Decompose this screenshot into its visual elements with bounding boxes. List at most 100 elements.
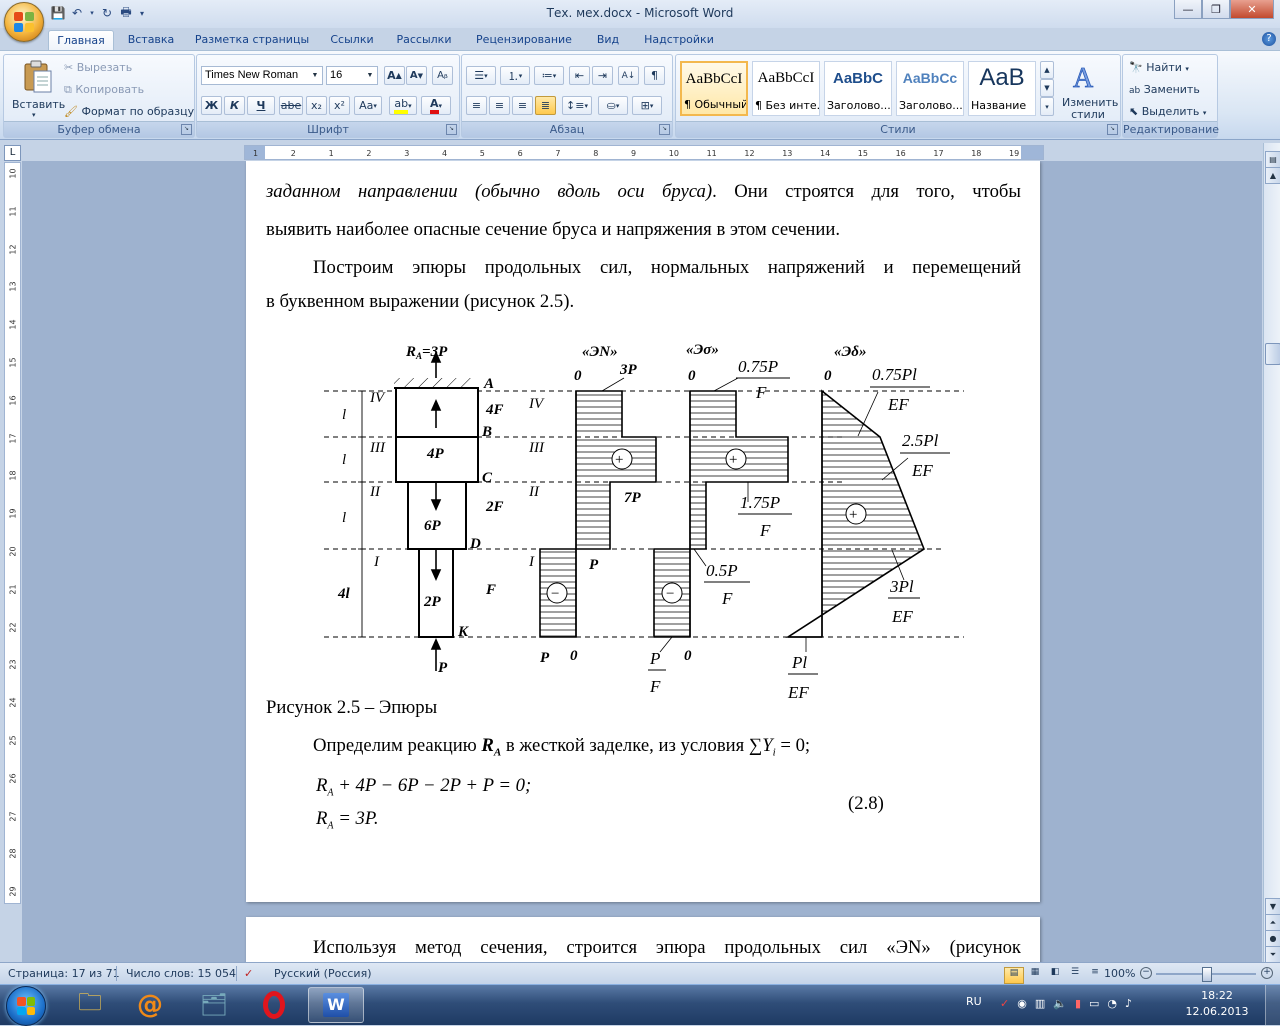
clipboard-launcher-icon[interactable]: ↘ <box>181 124 192 135</box>
change-styles-button[interactable]: A Изменить стили <box>1058 59 1118 121</box>
word-counter[interactable]: Число слов: 15 054 <box>126 967 236 980</box>
sound-icon[interactable]: ♪ <box>1125 997 1132 1010</box>
line-spacing-button[interactable]: ↕≡ ▾ <box>562 96 592 115</box>
scroll-down-button[interactable]: ▼ <box>1265 898 1280 915</box>
browse-object-button[interactable]: ● <box>1265 930 1280 947</box>
style-normal[interactable]: AaBbCcI ¶ Обычный <box>680 61 748 116</box>
tab-mailings[interactable]: Рассылки <box>390 30 458 50</box>
taskbar-mail[interactable]: @ <box>122 987 178 1023</box>
find-button[interactable]: 🔭 Найти ▾ <box>1129 61 1189 74</box>
highlight-button[interactable]: ab ▾ <box>389 96 417 115</box>
tab-addins[interactable]: Надстройки <box>634 30 724 50</box>
clock-date[interactable]: 12.06.2013 <box>1182 1005 1252 1018</box>
document-area[interactable]: заданном направлении (обычно вдоль оси б… <box>22 161 1262 962</box>
align-right-button[interactable]: ≡ <box>512 96 533 115</box>
flag-icon[interactable]: ▮ <box>1075 997 1081 1010</box>
tab-review[interactable]: Рецензирование <box>466 30 582 50</box>
grow-font-button[interactable]: A ▲ <box>384 66 405 85</box>
numbering-button[interactable]: ⒈ ▾ <box>500 66 530 85</box>
underline-button[interactable]: Ч <box>247 96 275 115</box>
minimize-button[interactable]: — <box>1174 0 1202 19</box>
multilevel-button[interactable]: ≔ ▾ <box>534 66 564 85</box>
vertical-scrollbar[interactable]: ▤ ▲ ▼ ⏶ ● ⏷ <box>1263 143 1280 963</box>
scroll-up-button[interactable]: ▲ <box>1265 167 1280 184</box>
zoom-in-icon[interactable]: + <box>1261 967 1273 979</box>
bullets-button[interactable]: ☰ ▾ <box>466 66 496 85</box>
align-center-button[interactable]: ≡ <box>489 96 510 115</box>
strikethrough-button[interactable]: abe <box>279 96 303 115</box>
wifi-icon[interactable]: ◔ <box>1107 997 1117 1010</box>
bold-button[interactable]: Ж <box>201 96 222 115</box>
battery-icon[interactable]: ▭ <box>1089 997 1099 1010</box>
decrease-indent-button[interactable]: ⇤ <box>569 66 590 85</box>
style-heading-1[interactable]: AaBbC Заголово... <box>824 61 892 116</box>
styles-launcher-icon[interactable]: ↘ <box>1107 124 1118 135</box>
font-launcher-icon[interactable]: ↘ <box>446 124 457 135</box>
justify-button[interactable]: ≣ <box>535 96 556 115</box>
ruler-toggle-icon[interactable]: ▤ <box>1265 151 1280 168</box>
clock-time[interactable]: 18:22 <box>1182 989 1252 1002</box>
tab-view[interactable]: Вид <box>590 30 626 50</box>
taskbar-explorer[interactable]: 🗀 <box>62 987 118 1023</box>
maximize-button[interactable]: ❐ <box>1202 0 1230 19</box>
italic-button[interactable]: К <box>224 96 245 115</box>
tab-insert[interactable]: Вставка <box>120 30 182 50</box>
outline-view-icon[interactable]: ☰ <box>1066 967 1084 982</box>
web-layout-view-icon[interactable]: ◧ <box>1046 967 1064 982</box>
show-desktop-button[interactable] <box>1265 985 1280 1025</box>
help-icon[interactable]: ? <box>1262 32 1276 46</box>
print-layout-view-icon[interactable]: ▤ <box>1004 967 1024 984</box>
copy-button[interactable]: ⧉ Копировать <box>64 83 144 97</box>
input-language[interactable]: RU <box>966 995 982 1008</box>
taskbar-opera[interactable] <box>246 987 302 1023</box>
network-icon[interactable]: ▥ <box>1035 997 1045 1010</box>
taskbar-app[interactable]: 🗂 <box>186 987 242 1023</box>
zoom-slider-thumb[interactable] <box>1202 967 1212 982</box>
paragraph-launcher-icon[interactable]: ↘ <box>659 124 670 135</box>
paste-button[interactable]: Вставить ▾ <box>10 58 65 120</box>
replace-button[interactable]: ab Заменить <box>1129 83 1200 96</box>
tab-selector-icon[interactable]: L <box>4 145 21 161</box>
zoom-out-icon[interactable]: − <box>1140 967 1152 979</box>
document-page[interactable]: заданном направлении (обычно вдоль оси б… <box>246 161 1040 902</box>
page-counter[interactable]: Страница: 17 из 71 <box>8 967 120 980</box>
antivirus-icon[interactable]: ✓ <box>1000 997 1009 1010</box>
sort-button[interactable]: A↓ <box>618 66 639 85</box>
app-tray-icon[interactable]: ◉ <box>1017 997 1027 1010</box>
show-marks-button[interactable]: ¶ <box>644 66 665 85</box>
subscript-button[interactable]: x₂ <box>306 96 327 115</box>
scroll-thumb[interactable] <box>1265 343 1280 365</box>
chevron-down-icon[interactable]: ▼ <box>1040 79 1054 97</box>
shrink-font-button[interactable]: A ▼ <box>406 66 427 85</box>
document-page-2[interactable]: Используя метод сечения, строится эпюра … <box>246 917 1040 962</box>
style-title[interactable]: AaB Название <box>968 61 1036 116</box>
font-name-select[interactable]: Times New Roman ▼ <box>201 66 323 85</box>
more-styles-icon[interactable]: ▾ <box>1040 97 1054 116</box>
start-button[interactable] <box>6 986 46 1026</box>
next-page-button[interactable]: ⏷ <box>1265 946 1280 963</box>
clear-format-button[interactable]: Aᵦ <box>432 66 453 85</box>
font-color-button[interactable]: A ▾ <box>421 96 451 115</box>
previous-page-button[interactable]: ⏶ <box>1265 914 1280 931</box>
full-screen-view-icon[interactable]: ▦ <box>1026 967 1044 982</box>
proofing-icon[interactable]: ✓ <box>244 967 253 980</box>
close-button[interactable]: ✕ <box>1230 0 1274 19</box>
zoom-level[interactable]: 100% <box>1104 967 1135 980</box>
shading-button[interactable]: ⛀ ▾ <box>598 96 628 115</box>
taskbar-word[interactable]: W <box>308 987 364 1023</box>
tab-references[interactable]: Ссылки <box>322 30 382 50</box>
style-heading-2[interactable]: AaBbCc Заголово... <box>896 61 964 116</box>
increase-indent-button[interactable]: ⇥ <box>592 66 613 85</box>
tab-home[interactable]: Главная <box>48 30 114 51</box>
language-indicator[interactable]: Русский (Россия) <box>274 967 372 980</box>
borders-button[interactable]: ⊞ ▾ <box>632 96 662 115</box>
style-no-spacing[interactable]: AaBbCcI ¶ Без инте... <box>752 61 820 116</box>
vertical-ruler[interactable]: 10 11 12 13 14 15 16 17 18 19 20 21 22 23 24 25 26 27 28 29 <box>4 162 21 904</box>
office-button[interactable] <box>4 2 44 42</box>
superscript-button[interactable]: x² <box>329 96 350 115</box>
format-painter-button[interactable]: 🖌 Формат по образцу <box>64 105 194 118</box>
cut-button[interactable]: ✂ Вырезать <box>64 61 132 74</box>
align-left-button[interactable]: ≡ <box>466 96 487 115</box>
select-button[interactable]: ⬉ Выделить ▾ <box>1129 105 1206 118</box>
chevron-up-icon[interactable]: ▲ <box>1040 61 1054 79</box>
